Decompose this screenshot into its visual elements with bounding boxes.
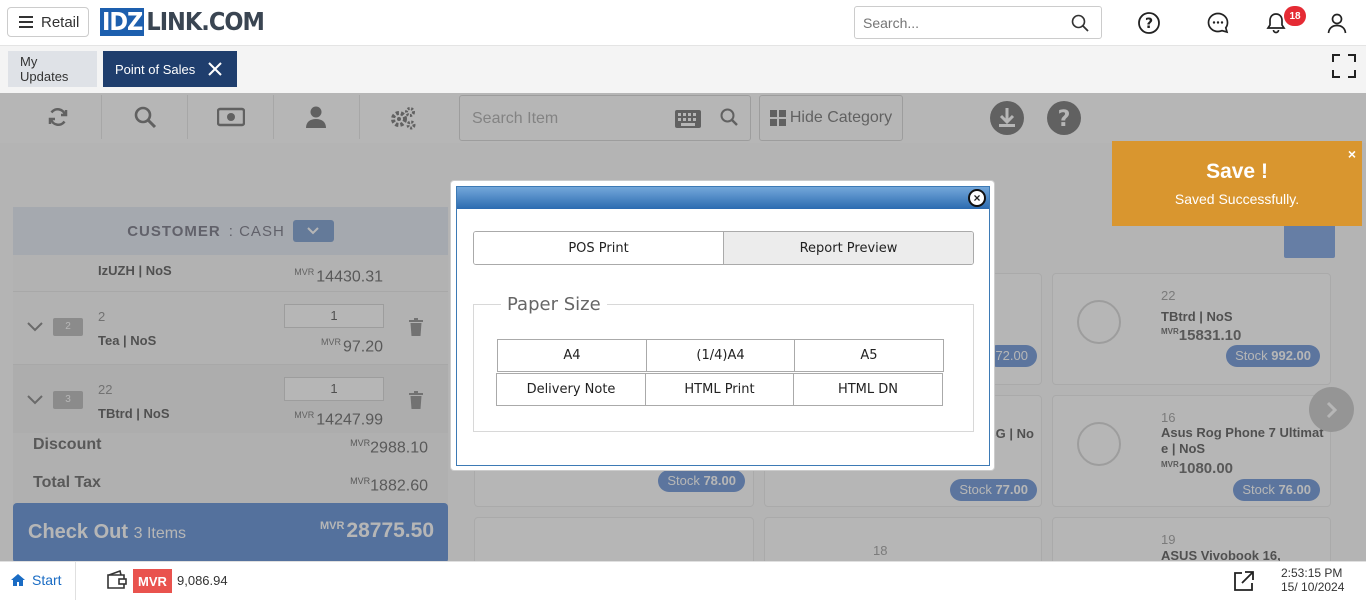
external-link-icon[interactable] [1233,570,1255,592]
svg-text:?: ? [1145,16,1153,32]
clock-time: 2:53:15 PM [1281,566,1343,580]
start-button[interactable]: Start [10,572,62,588]
search-icon[interactable] [1071,14,1089,32]
footer-bar: Start MVR 9,086.94 2:53:15 PM 15/ 10/202… [0,561,1366,600]
clock: 2:53:15 PM 15/ 10/2024 [1281,566,1344,594]
notification-badge: 18 [1284,6,1306,26]
paper-size-legend: Paper Size [501,294,607,315]
close-dialog-button[interactable]: × [968,189,986,207]
tab-bar: My Updates Point of Sales [0,46,1366,93]
global-search [854,6,1102,39]
tab-pos-print[interactable]: POS Print [474,232,724,264]
retail-menu-button[interactable]: Retail [7,7,89,37]
dialog-title-bar: × [457,187,989,209]
logo[interactable]: IDZ LINK.COM [100,7,265,36]
paper-quarter-a4-button[interactable]: (1/4)A4 [646,339,795,372]
tab-label: My Updates [20,54,69,84]
logo-prefix: IDZ [100,7,145,36]
toast-title: Save ! [1206,160,1268,183]
close-tab-icon[interactable] [207,61,223,77]
tab-point-of-sales[interactable]: Point of Sales [103,51,237,87]
search-input[interactable] [855,7,1055,38]
html-dn-button[interactable]: HTML DN [793,373,943,406]
chat-icon[interactable] [1206,11,1230,35]
clock-date: 15/ 10/2024 [1281,580,1345,594]
retail-menu-label: Retail [41,13,80,31]
paper-size-group: Paper Size A4 (1/4)A4 A5 Delivery Note H… [473,294,974,432]
fullscreen-icon[interactable] [1331,53,1357,79]
html-print-button[interactable]: HTML Print [645,373,794,406]
logo-text: LINK.COM [146,7,265,36]
print-mode-tabs: POS Print Report Preview [473,231,974,265]
tab-label: Point of Sales [115,61,196,77]
top-bar: Retail IDZLINK.COM ? 18 [0,0,1366,46]
tab-my-updates[interactable]: My Updates [8,51,97,87]
home-icon [11,574,25,586]
user-icon[interactable] [1325,11,1349,35]
close-icon: × [973,191,981,205]
toast-message: Saved Successfully. [1174,191,1300,207]
hamburger-icon [19,16,33,28]
print-dialog: × POS Print Report Preview Paper Size A4… [450,180,995,471]
footer-divider [75,562,76,600]
print-dialog-frame: × POS Print Report Preview Paper Size A4… [456,186,990,466]
delivery-note-button[interactable]: Delivery Note [496,373,646,406]
help-icon[interactable]: ? [1137,11,1161,35]
tab-report-preview[interactable]: Report Preview [724,232,973,264]
wallet-balance: 9,086.94 [177,573,228,588]
paper-a4-button[interactable]: A4 [497,339,647,372]
paper-a5-button[interactable]: A5 [794,339,944,372]
wallet-icon[interactable] [106,570,128,590]
save-toast: × Save ! Saved Successfully. [1112,141,1362,226]
start-label: Start [32,572,62,588]
currency-badge: MVR [133,569,172,593]
